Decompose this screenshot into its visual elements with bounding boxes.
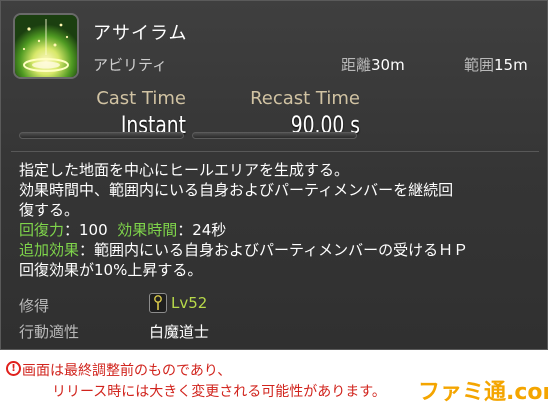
ability-name: アサイラム: [93, 23, 188, 44]
description-line: 復する。: [19, 201, 80, 219]
additional-effect-label: 追加効果: [19, 241, 80, 259]
description-line: 指定した地面を中心にヒールエリアを生成する。: [19, 161, 350, 179]
level-icon: [149, 293, 167, 313]
recast-time-bar: [192, 132, 357, 139]
divider: [11, 151, 539, 152]
description-line: 効果時間中、範囲内にいる自身およびパーティメンバーを継続回: [19, 181, 454, 199]
ability-description: 指定した地面を中心にヒールエリアを生成する。 効果時間中、範囲内にいる自身および…: [19, 160, 539, 280]
duration-label: 効果時間: [117, 221, 178, 239]
additional-effect-text: ：範囲内にいる自身およびパーティメンバーの受けるＨＰ: [79, 241, 469, 259]
radius-label: 範囲: [464, 56, 495, 74]
potency-label: 回復力: [19, 221, 65, 239]
radius-stat: 範囲15m: [464, 54, 528, 75]
notice-line: 画面は最終調整前のものであり、: [22, 363, 232, 379]
asylum-ability-icon: [13, 13, 79, 79]
cast-time-bar: [19, 132, 184, 139]
job-label: 行動適性: [19, 323, 80, 341]
range-value: 30m: [371, 56, 405, 74]
potency-line: 回復力：100 効果時間：24秒: [19, 220, 539, 240]
range-stat: 距離30m: [341, 54, 405, 75]
exclamation-icon: !: [6, 361, 21, 376]
recast-time-label: Recast Time: [250, 88, 360, 109]
radius-value: 15m: [494, 56, 528, 74]
acquired-label: 修得: [19, 297, 50, 315]
description-line: 回復効果が10%上昇する。: [19, 261, 203, 279]
job-value: 白魔道士: [149, 323, 210, 341]
range-label: 距離: [341, 56, 372, 74]
cast-time-label: Cast Time: [96, 88, 186, 109]
acquired-level: Lv52: [171, 294, 208, 312]
duration-value: ：24秒: [177, 221, 227, 239]
ability-tooltip: アサイラム アビリティ 距離30m 範囲15m Cast Time Instan…: [0, 0, 548, 350]
additional-effect-line: 追加効果：範囲内にいる自身およびパーティメンバーの受けるＨＰ: [19, 240, 539, 260]
ability-category: アビリティ: [93, 56, 168, 74]
potency-value: ：100: [64, 221, 108, 239]
notice-line: リリース時には大きく変更される可能性があります。: [52, 384, 386, 400]
watermark-logo: ファミ通.com: [418, 380, 548, 405]
